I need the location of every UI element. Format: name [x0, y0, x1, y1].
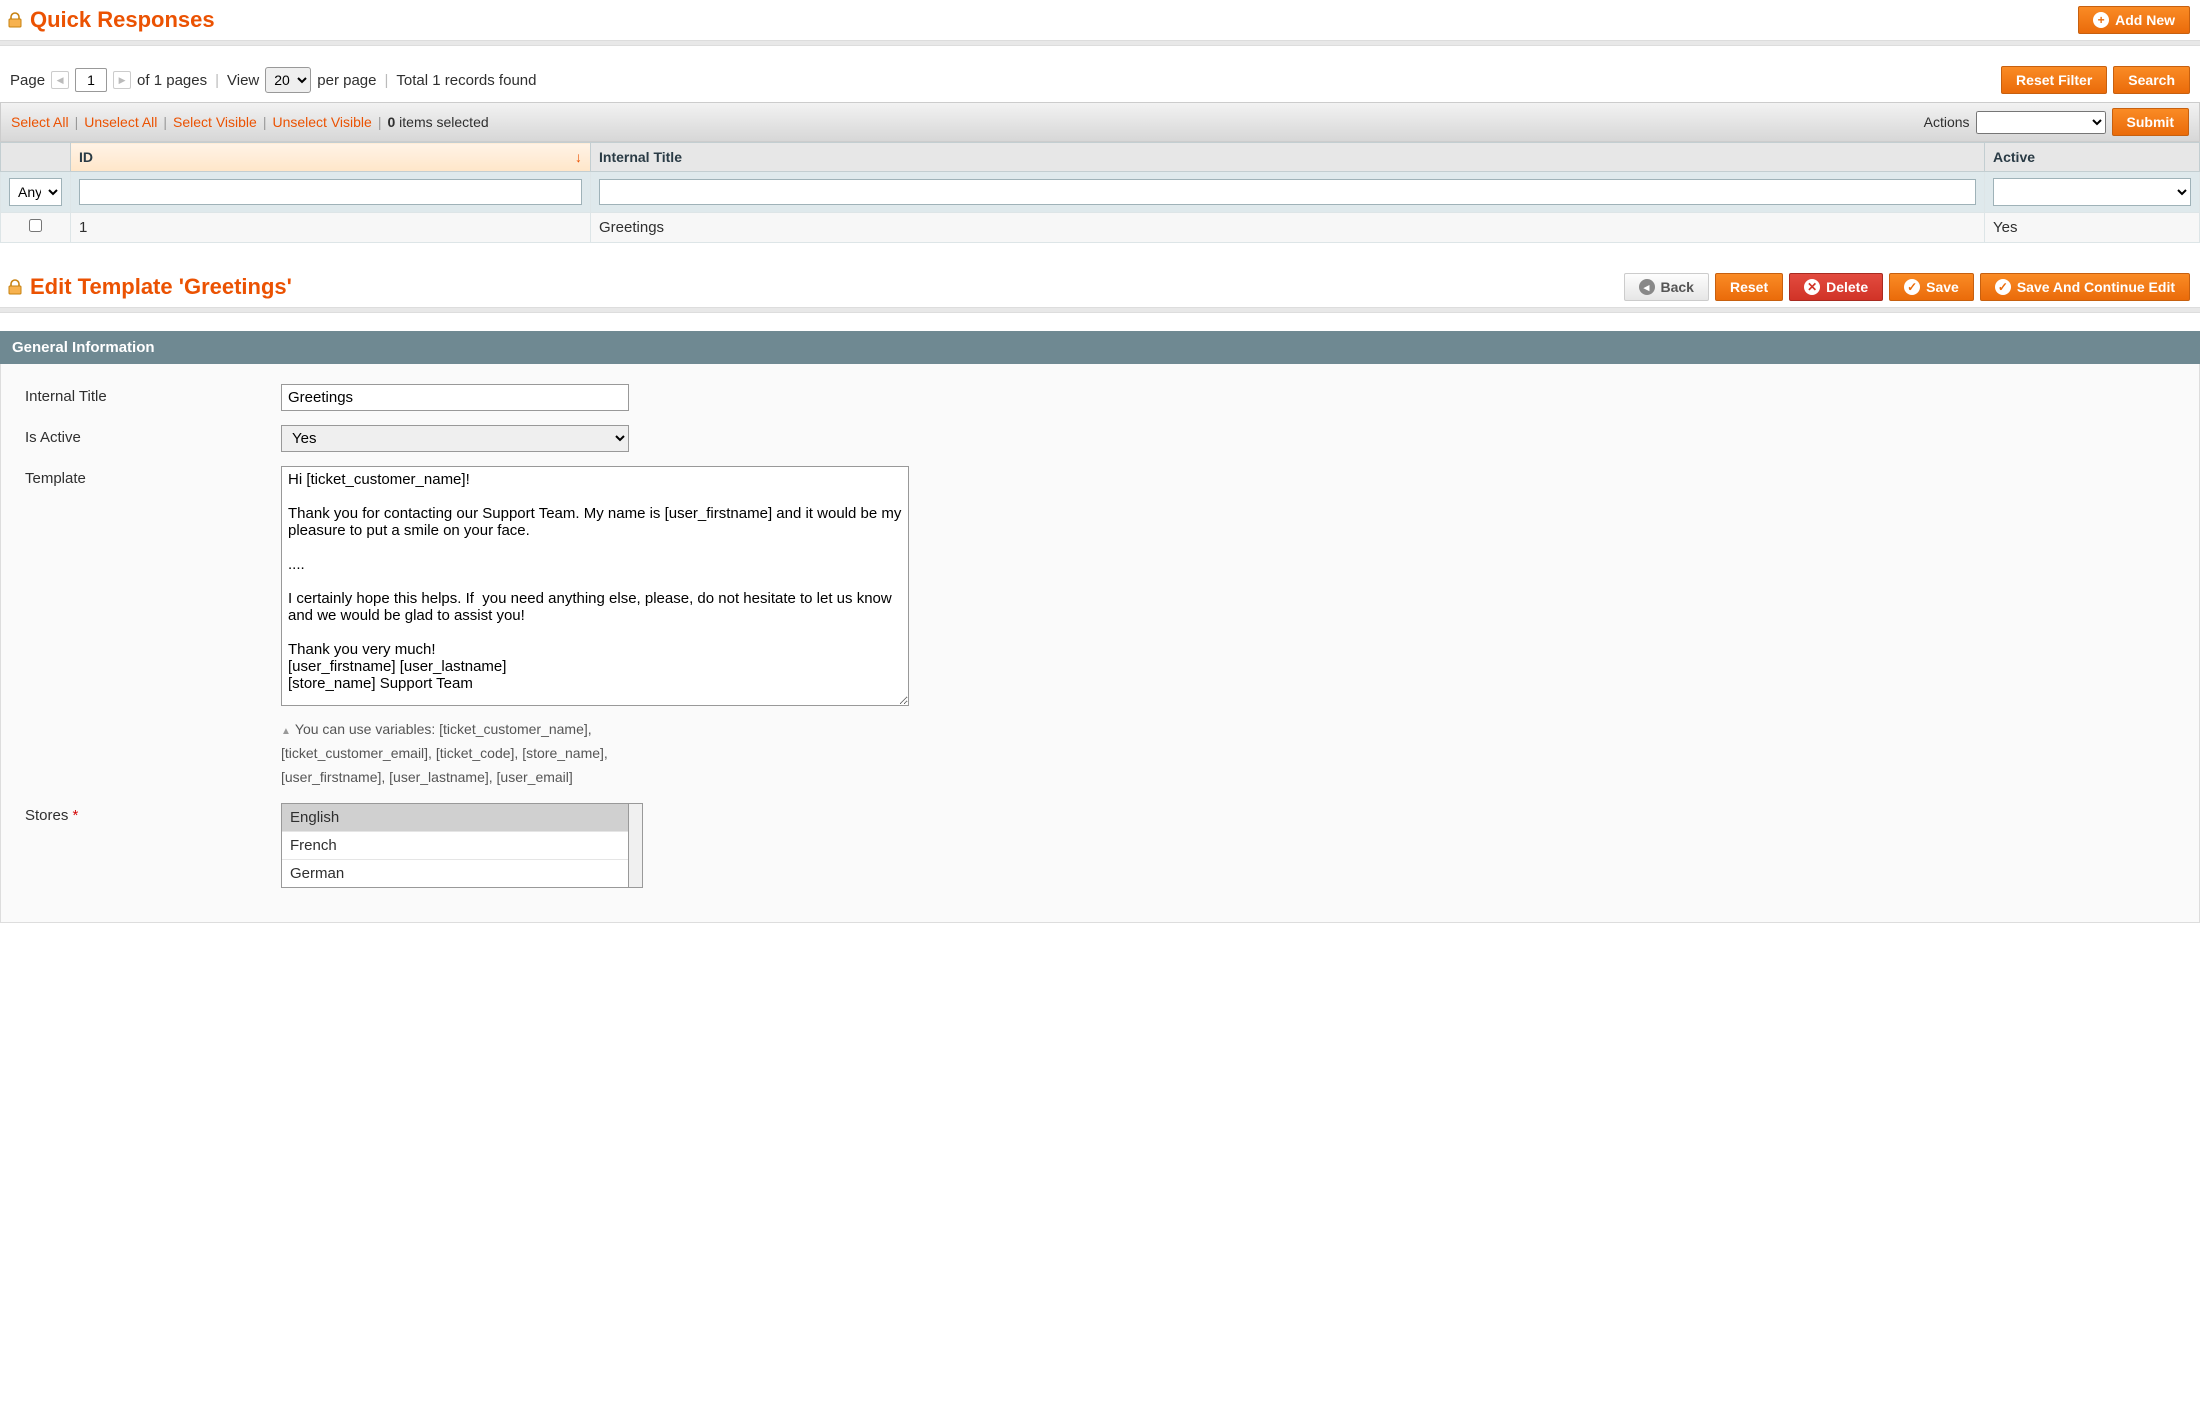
delete-icon: ✕ [1804, 279, 1820, 295]
store-option-german[interactable]: German [282, 860, 628, 887]
check-icon: ✓ [1904, 279, 1920, 295]
save-continue-button[interactable]: ✓Save And Continue Edit [1980, 273, 2190, 301]
filter-active-select[interactable] [1993, 178, 2191, 206]
unselect-visible-link[interactable]: Unselect Visible [272, 114, 371, 130]
save-button[interactable]: ✓Save [1889, 273, 1974, 301]
delete-button[interactable]: ✕Delete [1789, 273, 1883, 301]
prev-page-button[interactable]: ◀ [51, 71, 69, 89]
lock-icon [6, 278, 24, 296]
template-hint: ▲You can use variables: [ticket_customer… [281, 718, 621, 789]
of-pages: of 1 pages [137, 72, 207, 89]
template-label: Template [25, 466, 281, 487]
is-active-select[interactable]: Yes [281, 425, 629, 452]
next-page-button[interactable]: ▶ [113, 71, 131, 89]
selected-count: 0 items selected [387, 114, 488, 130]
hint-icon: ▲ [281, 726, 291, 737]
row-checkbox[interactable] [29, 219, 42, 232]
reset-filter-button[interactable]: Reset Filter [2001, 66, 2107, 94]
table-row[interactable]: 1 Greetings Yes [1, 213, 2200, 243]
multiselect-scrollbar[interactable] [629, 803, 643, 888]
submit-button[interactable]: Submit [2112, 108, 2189, 136]
template-textarea[interactable] [281, 466, 909, 706]
sort-desc-icon: ↓ [575, 149, 582, 165]
unselect-all-link[interactable]: Unselect All [84, 114, 157, 130]
column-id[interactable]: ID↓ [71, 143, 591, 172]
page-input[interactable] [75, 68, 107, 92]
reset-button[interactable]: Reset [1715, 273, 1783, 301]
search-button[interactable]: Search [2113, 66, 2190, 94]
actions-label: Actions [1924, 114, 1970, 130]
column-active[interactable]: Active [1985, 143, 2200, 172]
column-checkbox[interactable] [1, 143, 71, 172]
cell-id: 1 [71, 213, 591, 243]
massaction-select[interactable] [1976, 111, 2106, 134]
check-icon: ✓ [1995, 279, 2011, 295]
total-records: Total 1 records found [396, 72, 536, 89]
edit-title: Edit Template 'Greetings' [30, 274, 292, 300]
filter-checkbox-select[interactable]: Any [9, 178, 62, 206]
stores-label: Stores * [25, 803, 281, 824]
cell-internal-title: Greetings [591, 213, 1985, 243]
per-page-select[interactable]: 20 [265, 67, 311, 93]
filter-title-input[interactable] [599, 179, 1976, 205]
view-label: View [227, 72, 259, 89]
per-page-label: per page [317, 72, 376, 89]
fieldset-title: General Information [0, 331, 2200, 364]
page-title: Quick Responses [30, 7, 215, 33]
store-option-french[interactable]: French [282, 832, 628, 860]
internal-title-label: Internal Title [25, 384, 281, 405]
select-all-link[interactable]: Select All [11, 114, 69, 130]
is-active-label: Is Active [25, 425, 281, 446]
lock-icon [6, 11, 24, 29]
plus-icon: + [2093, 12, 2109, 28]
select-visible-link[interactable]: Select Visible [173, 114, 257, 130]
add-new-button[interactable]: + Add New [2078, 6, 2190, 34]
filter-id-input[interactable] [79, 179, 582, 205]
cell-active: Yes [1985, 213, 2200, 243]
internal-title-input[interactable] [281, 384, 629, 411]
back-icon: ◂ [1639, 279, 1655, 295]
back-button[interactable]: ◂Back [1624, 273, 1709, 301]
stores-multiselect[interactable]: English French German [281, 803, 629, 888]
store-option-english[interactable]: English [282, 804, 628, 832]
page-label: Page [10, 72, 45, 89]
column-internal-title[interactable]: Internal Title [591, 143, 1985, 172]
